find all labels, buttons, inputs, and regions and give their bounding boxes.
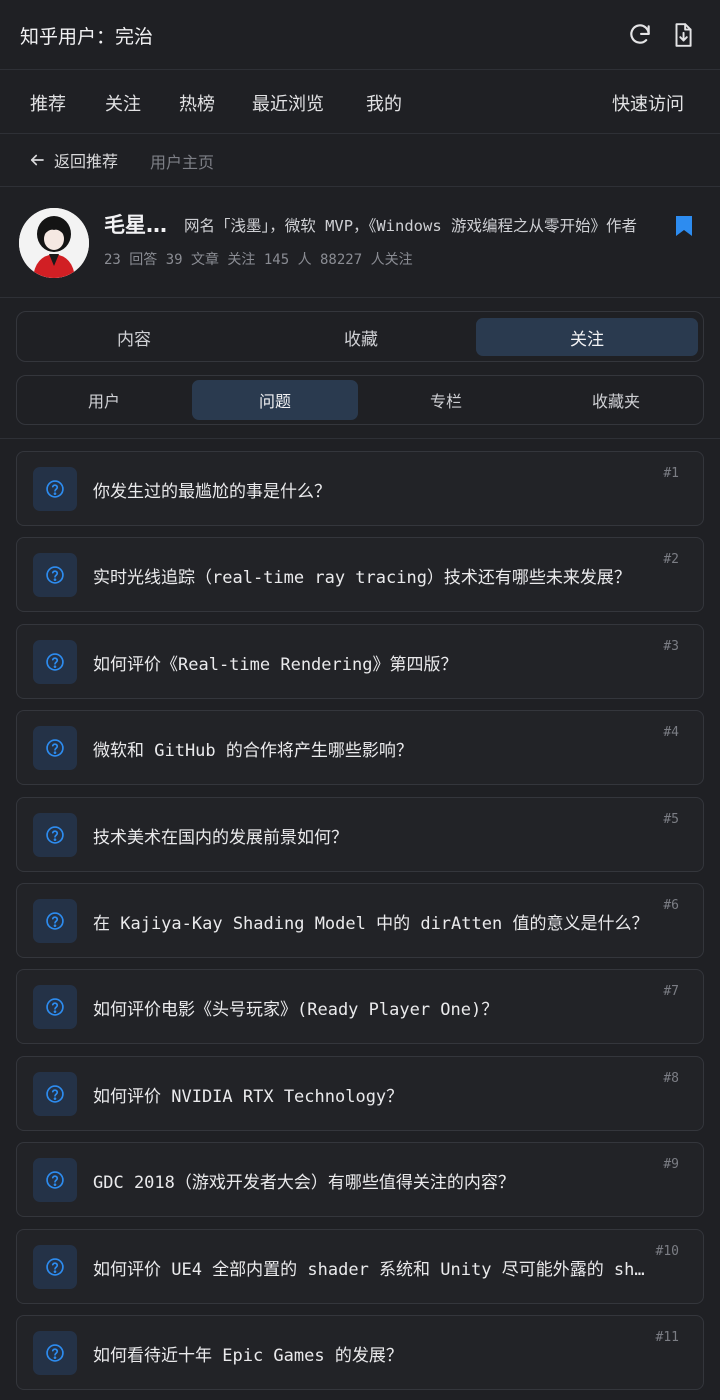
profile-tabs: 内容 收藏 关注: [16, 311, 704, 362]
question-icon: [33, 812, 77, 857]
subtab-collections[interactable]: 收藏夹: [533, 380, 699, 420]
question-icon: [33, 1244, 77, 1289]
profile-stats: 23 回答 39 文章 关注 145 人 88227 人关注: [104, 252, 413, 268]
question-rank: #7: [663, 984, 679, 1000]
main-nav: 推荐 关注 热榜 最近浏览 我的 快速访问: [0, 70, 720, 134]
list-item[interactable]: 技术美术在国内的发展前景如何？ #5: [16, 796, 704, 872]
question-title: 如何看待近十年 Epic Games 的发展？: [93, 1345, 403, 1366]
app-title: 知乎用户：完治: [20, 26, 154, 48]
question-icon: [33, 898, 77, 943]
question-title: 如何评价 NVIDIA RTX Technology？: [93, 1086, 404, 1107]
question-icon: [33, 639, 77, 684]
question-title: 实时光线追踪（real-time ray tracing）技术还有哪些未来发展？: [93, 568, 631, 589]
question-icon: [33, 985, 77, 1030]
bookmark-icon[interactable]: [674, 214, 694, 238]
question-rank: #10: [655, 1243, 679, 1259]
profile-header: 毛星… 网名「浅墨」，微软 MVP，《Windows 游戏编程之从零开始》作者 …: [0, 187, 720, 298]
question-rank: #5: [663, 811, 679, 827]
list-item[interactable]: 你发生过的最尴尬的事是什么？ #1: [16, 451, 704, 526]
question-rank: #11: [655, 1329, 679, 1345]
download-icon[interactable]: [670, 22, 696, 48]
back-button[interactable]: 返回推荐: [28, 148, 118, 172]
back-button-label: 返回推荐: [54, 152, 119, 171]
list-item[interactable]: 在 Kajiya-Kay Shading Model 中的 dirAtten 值…: [16, 882, 704, 958]
subtab-users[interactable]: 用户: [21, 380, 187, 420]
list-item[interactable]: 如何评价电影《头号玩家》(Ready Player One)？ #7: [16, 969, 704, 1045]
question-icon: [33, 726, 77, 771]
nav-item-hot[interactable]: 热榜: [179, 90, 215, 116]
nav-item-mine[interactable]: 我的: [366, 90, 402, 116]
breadcrumb-current: 用户主页: [150, 153, 215, 172]
question-rank: #9: [663, 1157, 679, 1173]
breadcrumb: 返回推荐 用户主页: [0, 134, 720, 187]
question-icon: [33, 553, 77, 598]
divider: [0, 438, 720, 439]
question-icon: [33, 1330, 77, 1375]
profile-name: 毛星…: [104, 213, 167, 237]
question-icon: [33, 1071, 77, 1116]
question-icon: [33, 1158, 77, 1203]
list-item[interactable]: 如何评价《Real-time Rendering》第四版？ #3: [16, 623, 704, 699]
question-icon: [33, 467, 77, 511]
nav-item-following[interactable]: 关注: [105, 90, 141, 116]
tab-favorites[interactable]: 收藏: [250, 318, 472, 356]
tab-content[interactable]: 内容: [23, 318, 245, 356]
subtab-columns[interactable]: 专栏: [363, 380, 529, 420]
list-item[interactable]: 实时光线追踪（real-time ray tracing）技术还有哪些未来发展？…: [16, 537, 704, 613]
nav-item-recommend[interactable]: 推荐: [30, 90, 66, 116]
question-rank: #2: [663, 552, 679, 568]
refresh-icon[interactable]: [627, 22, 653, 48]
question-title: 如何评价 UE4 全部内置的 shader 系统和 Unity 尽可能外露的 s…: [93, 1259, 653, 1280]
following-subtabs: 用户 问题 专栏 收藏夹: [16, 375, 704, 425]
list-item[interactable]: 微软和 GitHub 的合作将产生哪些影响？ #4: [16, 710, 704, 786]
question-list: 你发生过的最尴尬的事是什么？ #1 实时光线追踪（real-time ray t…: [16, 451, 704, 1400]
question-rank: #4: [663, 725, 679, 741]
tab-following[interactable]: 关注: [476, 318, 698, 356]
list-item[interactable]: 如何评价 UE4 全部内置的 shader 系统和 Unity 尽可能外露的 s…: [16, 1228, 704, 1304]
profile-bio: 网名「浅墨」，微软 MVP，《Windows 游戏编程之从零开始》作者: [184, 217, 637, 235]
arrow-left-icon: [30, 154, 44, 166]
question-title: 微软和 GitHub 的合作将产生哪些影响？: [93, 741, 413, 762]
question-rank: #6: [663, 897, 679, 913]
question-title: 在 Kajiya-Kay Shading Model 中的 dirAtten 值…: [93, 913, 649, 934]
question-title: 如何评价《Real-time Rendering》第四版？: [93, 654, 458, 675]
top-bar: 知乎用户：完治: [0, 0, 720, 70]
list-item[interactable]: 如何看待近十年 Epic Games 的发展？ #11: [16, 1314, 704, 1390]
question-title: 如何评价电影《头号玩家》(Ready Player One)？: [93, 1000, 499, 1021]
question-title: 你发生过的最尴尬的事是什么？: [93, 482, 331, 502]
quick-access-link[interactable]: 快速访问: [612, 90, 684, 116]
question-rank: #8: [663, 1070, 679, 1086]
question-title: 技术美术在国内的发展前景如何？: [93, 827, 348, 848]
question-title: GDC 2018（游戏开发者大会）有哪些值得关注的内容？: [93, 1173, 515, 1194]
question-rank: #3: [663, 638, 679, 654]
subtab-questions[interactable]: 问题: [192, 380, 358, 420]
list-item[interactable]: GDC 2018（游戏开发者大会）有哪些值得关注的内容？ #9: [16, 1142, 704, 1218]
list-item[interactable]: 如何评价 NVIDIA RTX Technology？ #8: [16, 1055, 704, 1131]
nav-item-recent[interactable]: 最近浏览: [252, 90, 324, 116]
question-rank: #1: [663, 466, 679, 481]
avatar[interactable]: [19, 208, 89, 278]
